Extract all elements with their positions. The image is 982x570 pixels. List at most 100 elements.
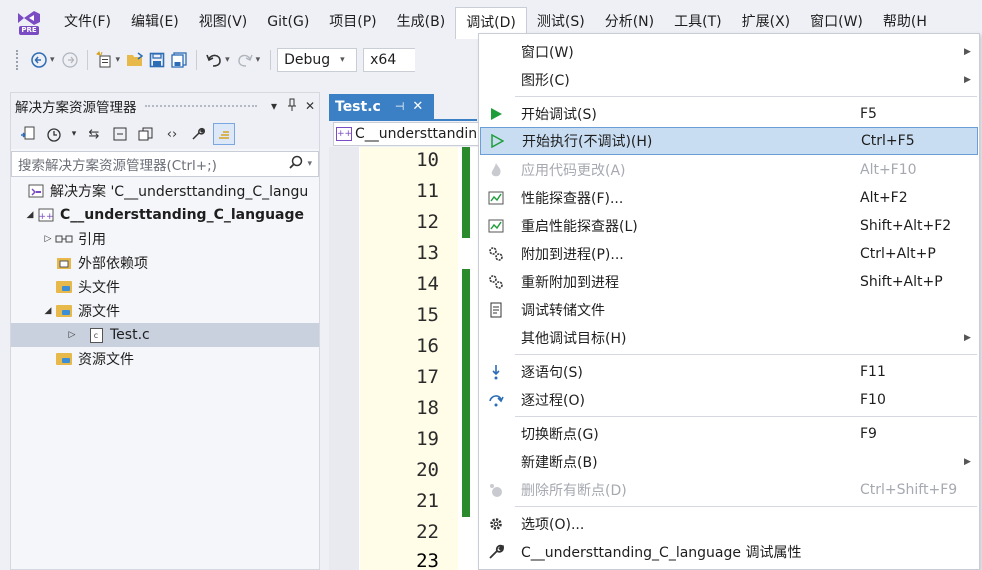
open-folder-icon[interactable] [124, 49, 146, 71]
code-editor[interactable]: 10 11 12 13 14 15 16 17 18 19 20 21 22 2… [329, 147, 479, 570]
menu-item-label: 调试转储文件 [521, 303, 605, 319]
window-position-chevron-icon[interactable]: ▾ [265, 99, 283, 113]
search-icon[interactable] [289, 155, 303, 173]
menu-item-label: 切换断点(G) [521, 427, 599, 443]
menu-file[interactable]: 文件(F) [54, 7, 121, 37]
menu-build[interactable]: 生成(B) [387, 7, 456, 37]
line-number: 16 [416, 335, 439, 357]
menu-item-label: 逐语句(S) [521, 365, 583, 381]
navigate-back-icon[interactable] [28, 49, 50, 71]
menu-item-graphics[interactable]: 图形(C) ▶ [480, 66, 978, 94]
menu-item-start-debugging[interactable]: 开始调试(S) F5 [480, 100, 978, 128]
menu-item-new-breakpoint[interactable]: 新建断点(B) ▶ [480, 448, 978, 476]
line-number: 10 [416, 149, 439, 171]
tree-item-solution[interactable]: 解决方案 'C__understtanding_C_langu [11, 179, 319, 203]
menu-view[interactable]: 视图(V) [189, 7, 258, 37]
switch-views-icon[interactable] [17, 123, 39, 145]
pin-icon[interactable] [283, 98, 301, 115]
tab-pin-icon[interactable]: ⊣ [395, 100, 405, 113]
project-navigation-combo[interactable]: ++ C__understtandin [333, 122, 481, 146]
collapse-all-icon[interactable] [109, 123, 131, 145]
menu-item-label: 应用代码更改(A) [521, 163, 626, 179]
solution-configuration-combo[interactable]: Debug ▾ [277, 48, 358, 72]
document-tab-test-c[interactable]: Test.c ⊣ ✕ [329, 94, 434, 119]
tree-item-label: 源文件 [78, 304, 120, 320]
undo-icon[interactable] [203, 49, 225, 71]
expanded-twisty-icon[interactable]: ◢ [41, 306, 55, 316]
chevron-down-icon[interactable]: ▾ [50, 55, 55, 65]
menu-item-step-over[interactable]: 逐过程(O) F10 [480, 386, 978, 414]
menu-item-label: 窗口(W) [521, 45, 574, 61]
collapsed-twisty-icon[interactable]: ▷ [65, 330, 79, 340]
pending-changes-filter-icon[interactable] [43, 123, 65, 145]
menu-project[interactable]: 项目(P) [319, 7, 386, 37]
menu-item-label: 新建断点(B) [521, 455, 598, 471]
show-all-files-icon[interactable] [135, 123, 157, 145]
title-grip[interactable] [144, 105, 257, 111]
tab-close-icon[interactable]: ✕ [412, 99, 423, 114]
menu-item-windows[interactable]: 窗口(W) ▶ [480, 38, 978, 66]
menu-item-attach-to-process[interactable]: 附加到进程(P)... Ctrl+Alt+P [480, 240, 978, 268]
profiler-icon [485, 215, 507, 237]
menu-item-step-into[interactable]: 逐语句(S) F11 [480, 358, 978, 386]
menu-item-options[interactable]: 选项(O)... [480, 510, 978, 538]
solution-explorer-toolbar: ▾ ⇆ ‹› [11, 119, 319, 149]
menu-separator [515, 506, 977, 507]
tree-item-references[interactable]: ▷ 引用 [11, 227, 319, 251]
chevron-down-icon[interactable]: ▾ [116, 55, 121, 65]
preview-badge: PRE [19, 26, 39, 35]
navigation-label: C__understtandin [355, 126, 478, 142]
editor-margin[interactable] [329, 147, 359, 570]
new-project-icon[interactable] [94, 49, 116, 71]
tree-item-resource-files[interactable]: 资源文件 [11, 347, 319, 371]
solution-platform-combo[interactable]: x64 [363, 48, 416, 72]
play-outline-icon [486, 130, 508, 152]
menu-item-apply-code-changes[interactable]: 应用代码更改(A) Alt+F10 [480, 156, 978, 184]
submenu-arrow-icon: ▶ [964, 457, 971, 467]
preview-selected-items-icon[interactable] [213, 123, 235, 145]
chevron-down-icon[interactable]: ▾ [256, 55, 261, 65]
menu-item-label: 性能探查器(F)... [521, 191, 624, 207]
menu-git[interactable]: Git(G) [257, 7, 319, 37]
menu-item-reattach-to-process[interactable]: 重新附加到进程 Shift+Alt+P [480, 268, 978, 296]
visual-studio-logo-icon[interactable]: PRE [16, 9, 42, 35]
save-icon[interactable] [146, 49, 168, 71]
menu-item-start-without-debugging[interactable]: 开始执行(不调试)(H) Ctrl+F5 [480, 127, 978, 155]
solution-icon [27, 182, 45, 200]
toolbar-grip[interactable] [16, 50, 20, 70]
collapsed-twisty-icon[interactable]: ▷ [41, 234, 55, 244]
chevron-down-icon[interactable]: ▾ [225, 55, 230, 65]
expanded-twisty-icon[interactable]: ◢ [23, 210, 37, 220]
menu-item-delete-all-breakpoints[interactable]: 删除所有断点(D) Ctrl+Shift+F9 [480, 476, 978, 504]
gears-icon [485, 243, 507, 265]
tree-item-test-c[interactable]: ▷ c Test.c [11, 323, 319, 347]
solution-explorer-search-input[interactable]: 搜索解决方案资源管理器(Ctrl+;) ▾ [11, 151, 319, 177]
close-icon[interactable]: ✕ [301, 99, 319, 113]
redo-icon[interactable] [234, 49, 256, 71]
search-placeholder: 搜索解决方案资源管理器(Ctrl+;) [18, 158, 217, 174]
tree-item-source-files[interactable]: ◢ 源文件 [11, 299, 319, 323]
menu-item-relaunch-profiler[interactable]: 重启性能探查器(L) Shift+Alt+F2 [480, 212, 978, 240]
toolbar-separator [270, 50, 272, 70]
menu-item-debug-properties[interactable]: C__understtanding_C_language 调试属性 [480, 538, 978, 566]
properties-wrench-icon[interactable] [187, 123, 209, 145]
save-all-icon[interactable] [168, 49, 190, 71]
sync-with-document-icon[interactable]: ⇆ [83, 123, 105, 145]
line-number: 18 [416, 397, 439, 419]
chevron-down-icon[interactable]: ▾ [69, 123, 79, 145]
tree-item-external-deps[interactable]: 外部依赖项 [11, 251, 319, 275]
tree-item-header-files[interactable]: 头文件 [11, 275, 319, 299]
navigate-forward-icon[interactable] [59, 49, 81, 71]
line-number: 15 [416, 304, 439, 326]
menu-edit[interactable]: 编辑(E) [121, 7, 189, 37]
view-code-icon[interactable]: ‹› [161, 123, 183, 145]
menu-item-debug-dump-file[interactable]: 调试转储文件 [480, 296, 978, 324]
menu-item-other-debug-targets[interactable]: 其他调试目标(H) ▶ [480, 324, 978, 352]
menu-item-toggle-breakpoint[interactable]: 切换断点(G) F9 [480, 420, 978, 448]
chevron-down-icon[interactable]: ▾ [307, 159, 312, 169]
play-icon [485, 103, 507, 125]
tree-item-project[interactable]: ◢ ++ C__understtanding_C_language [11, 203, 319, 227]
menu-item-shortcut: F11 [860, 364, 886, 380]
menu-item-performance-profiler[interactable]: 性能探查器(F)... Alt+F2 [480, 184, 978, 212]
toolbar-separator [86, 50, 88, 70]
